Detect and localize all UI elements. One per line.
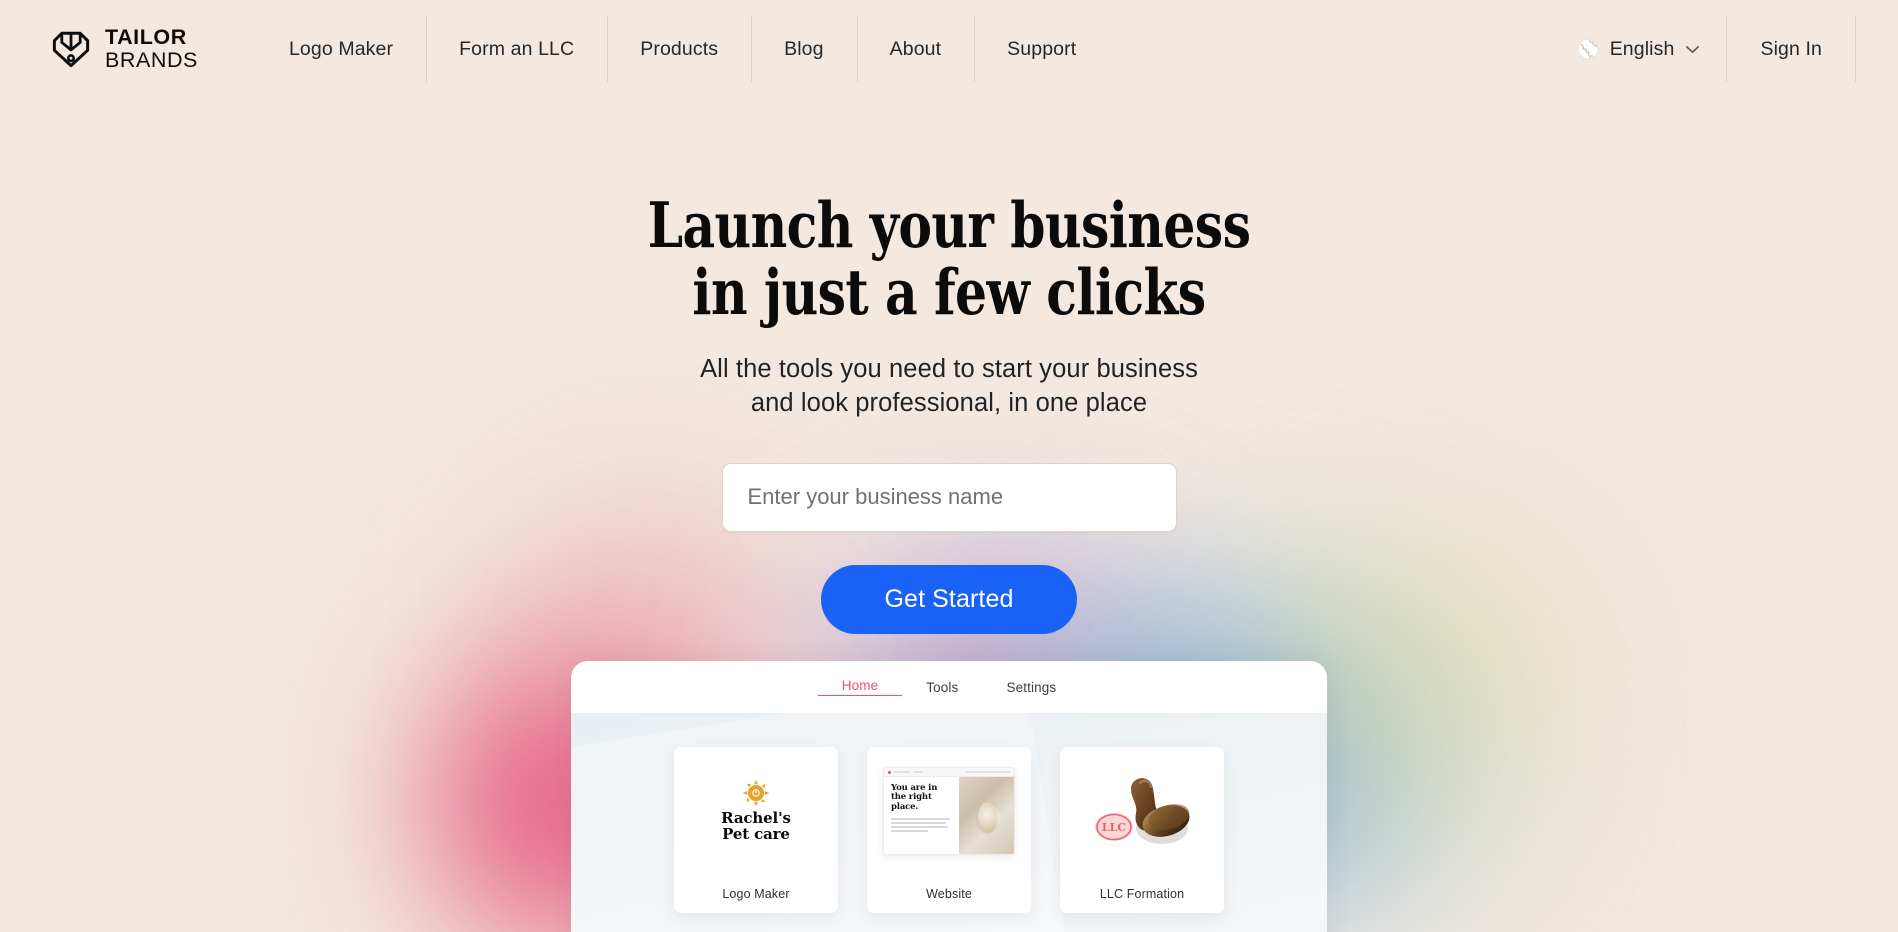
language-switcher[interactable]: English xyxy=(1577,3,1727,95)
business-name-form: Get Started xyxy=(0,462,1898,634)
mockup-tab-tools[interactable]: Tools xyxy=(902,680,982,695)
browser-bar-line xyxy=(913,771,923,773)
nav-item-blog[interactable]: Blog xyxy=(751,3,857,95)
mockup-card-website[interactable]: You are in the right place. Website xyxy=(867,747,1031,913)
website-preview-headline: You are in the right place. xyxy=(891,783,938,812)
mockup-card-row: Rachel's Pet care Logo Maker You are in … xyxy=(571,713,1327,913)
chevron-down-icon xyxy=(1686,45,1700,53)
browser-dot-icon xyxy=(888,770,891,774)
svg-text:LLC: LLC xyxy=(1102,821,1126,834)
browser-bar-line xyxy=(966,771,1010,773)
website-preview: You are in the right place. xyxy=(883,767,1015,855)
website-preview-browser-bar xyxy=(884,768,1014,777)
nav-item-form-an-llc[interactable]: Form an LLC xyxy=(426,3,607,95)
get-started-button[interactable]: Get Started xyxy=(821,564,1077,634)
globe-icon xyxy=(1577,38,1599,60)
mockup-card-label-llc-formation: LLC Formation xyxy=(1099,887,1185,901)
mockup-card-logo-maker-art: Rachel's Pet care xyxy=(674,747,838,875)
brand-wordmark: TAILOR BRANDS xyxy=(105,25,198,72)
hero-section: Launch your business in just a few click… xyxy=(0,98,1898,634)
mockup-card-website-art: You are in the right place. xyxy=(867,747,1031,875)
rachels-pet-care-logo: Rachel's Pet care xyxy=(721,779,791,843)
nav-item-about[interactable]: About xyxy=(856,3,975,95)
sign-in-container: Sign In xyxy=(1726,3,1856,95)
rubber-stamp-icon: LLC xyxy=(1095,778,1190,844)
nav-item-support[interactable]: Support xyxy=(974,3,1109,95)
rubber-stamp-image: LLC xyxy=(1074,765,1210,857)
business-name-input[interactable] xyxy=(721,462,1177,532)
mockup-card-llc-formation[interactable]: LLC LLC Formation xyxy=(1060,747,1224,913)
hero-headline: Launch your business in just a few click… xyxy=(647,188,1251,330)
mockup-tab-bar: Home Tools Settings xyxy=(571,661,1327,713)
mockup-tab-home[interactable]: Home xyxy=(817,678,903,696)
sun-burst-icon xyxy=(742,779,770,807)
product-mockup-device: Home Tools Settings Rachel's Pet care Lo… xyxy=(571,661,1327,932)
mockup-card-label-website: Website xyxy=(926,887,972,901)
brand-logo-link[interactable]: TAILOR BRANDS xyxy=(50,25,198,72)
brand-word-line2: BRANDS xyxy=(105,47,198,72)
website-preview-content: You are in the right place. xyxy=(884,777,1014,854)
website-preview-photo xyxy=(959,777,1014,854)
nav-item-logo-maker[interactable]: Logo Maker xyxy=(256,3,426,95)
language-label: English xyxy=(1609,37,1675,60)
mockup-card-llc-formation-art: LLC xyxy=(1060,747,1224,875)
mockup-card-logo-maker[interactable]: Rachel's Pet care Logo Maker xyxy=(674,747,838,913)
header-right-cluster: English Sign In xyxy=(1577,3,1856,95)
brand-word-line1: TAILOR xyxy=(105,25,187,49)
site-header: TAILOR BRANDS Logo Maker Form an LLC Pro… xyxy=(0,0,1898,98)
mockup-body: Rachel's Pet care Logo Maker You are in … xyxy=(571,713,1327,932)
page-root: TAILOR BRANDS Logo Maker Form an LLC Pro… xyxy=(0,0,1898,932)
tailor-brands-heart-logo-icon xyxy=(52,31,90,68)
mockup-tab-settings[interactable]: Settings xyxy=(982,680,1080,695)
browser-bar-line xyxy=(894,771,910,773)
rachels-pet-care-logo-text: Rachel's Pet care xyxy=(721,809,791,843)
website-preview-body-lines xyxy=(891,818,953,833)
main-navigation: Logo Maker Form an LLC Products Blog Abo… xyxy=(256,3,1109,95)
website-preview-text-column: You are in the right place. xyxy=(884,777,959,854)
nav-item-products[interactable]: Products xyxy=(607,3,751,95)
mockup-card-label-logo-maker: Logo Maker xyxy=(722,887,790,901)
sign-in-link[interactable]: Sign In xyxy=(1760,38,1822,61)
hero-subheadline: All the tools you need to start your bus… xyxy=(700,354,1198,417)
